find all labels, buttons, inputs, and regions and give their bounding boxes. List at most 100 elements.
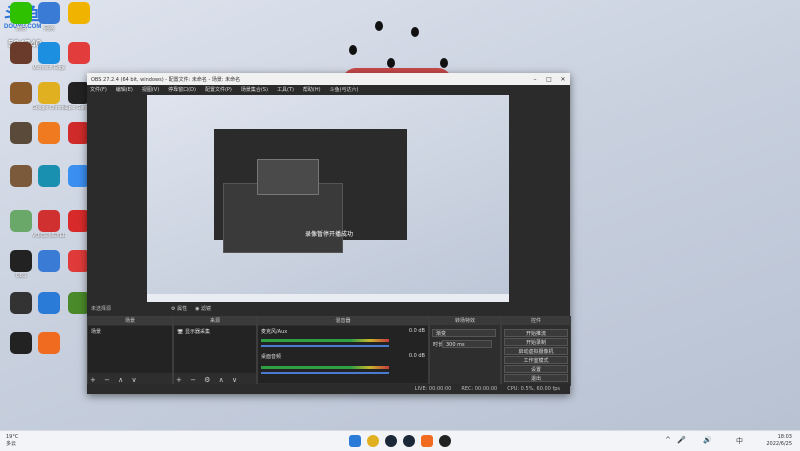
taskbar-steam2-icon[interactable] bbox=[403, 435, 415, 447]
app-dark-icon[interactable] bbox=[10, 292, 32, 314]
mic-meter bbox=[261, 339, 389, 342]
app-orange-icon[interactable] bbox=[38, 122, 60, 144]
exit-button[interactable]: 退出 bbox=[504, 374, 568, 382]
no-source-label: 未选择源 bbox=[91, 305, 112, 312]
weather-widget[interactable]: 19°C 多云 bbox=[6, 434, 18, 448]
filters-label: 滤镜 bbox=[201, 305, 212, 312]
start-recording-button[interactable]: 开始录制 bbox=[504, 338, 568, 346]
windows-start-icon[interactable] bbox=[349, 435, 361, 447]
app-blue2-icon[interactable] bbox=[38, 292, 60, 314]
deco-dot bbox=[375, 21, 383, 31]
deco-dot bbox=[411, 27, 419, 37]
title-bar[interactable]: OBS 27.2.4 (64 bit, windows) - 配置文件: 未命名… bbox=[87, 73, 570, 85]
channel-desktop-name: 桌面音频 bbox=[261, 354, 282, 360]
channel-desktop-db: 0.0 dB bbox=[408, 353, 425, 359]
controls-dock: 控件 开始推流 开始录制 启动虚拟摄像机 工作室模式 设置 退出 bbox=[501, 316, 571, 386]
mic-fader[interactable] bbox=[261, 345, 389, 347]
game-icon[interactable] bbox=[10, 42, 32, 64]
scene-item[interactable]: 场景 bbox=[88, 326, 172, 337]
rec-timer: REC: 00:00:00 bbox=[461, 386, 498, 392]
mixer-channel-name: 麦克风/Aux 0.0 dB bbox=[258, 326, 428, 337]
obs-icon[interactable] bbox=[10, 250, 32, 272]
weather-text: 多云 bbox=[6, 441, 17, 447]
taskbar: 19°C 多云 ^ 🎤 🔊 中 18:03 2022/6/25 bbox=[0, 430, 800, 451]
tray-lang-icon[interactable]: 中 bbox=[736, 436, 743, 446]
filters-button[interactable]: ◉ 滤镜 bbox=[195, 305, 211, 312]
window-title: OBS 27.2.4 (64 bit, windows) - 配置文件: 未命名… bbox=[91, 76, 241, 83]
game2-icon[interactable] bbox=[10, 82, 32, 104]
properties-button[interactable]: ⚙ 属性 bbox=[171, 305, 187, 312]
wechat-icon[interactable] bbox=[10, 2, 32, 24]
controls-dock-title: 控件 bbox=[502, 317, 570, 325]
source-item[interactable]: 🖥 显示器采集 bbox=[174, 326, 256, 337]
desktop-fader[interactable] bbox=[261, 372, 389, 374]
desktop-icon-label: VOICE METER bbox=[32, 233, 66, 239]
transition-select[interactable]: 渐变 bbox=[432, 329, 496, 337]
edge-icon[interactable] bbox=[38, 42, 60, 64]
start-streaming-button[interactable]: 开始推流 bbox=[504, 329, 568, 337]
taskbar-chrome-icon[interactable] bbox=[367, 435, 379, 447]
minimize-button[interactable]: – bbox=[528, 76, 542, 83]
deco-dot bbox=[440, 58, 448, 68]
qq-icon[interactable] bbox=[10, 332, 32, 354]
taskbar-obs-icon[interactable] bbox=[439, 435, 451, 447]
chrome-icon[interactable] bbox=[38, 82, 60, 104]
clock-date: 2022/6/25 bbox=[766, 441, 792, 447]
source-tools[interactable]: + − ⚙ ∧ ∨ bbox=[176, 376, 240, 384]
menu-profile[interactable]: 配置文件(P) bbox=[205, 86, 232, 93]
app-red-icon[interactable] bbox=[68, 42, 90, 64]
obs-window[interactable]: OBS 27.2.4 (64 bit, windows) - 配置文件: 未命名… bbox=[87, 73, 571, 394]
captured-taskbar bbox=[147, 294, 509, 302]
menu-help[interactable]: 帮助(H) bbox=[303, 86, 321, 93]
toast-message: 录像暂停开播成功 bbox=[305, 231, 354, 238]
mixer-channel-name: 桌面音频 0.0 dB bbox=[258, 351, 428, 362]
desktop: 斗鱼DOUYU.COM 534740 微信网络Microsoft EdgeGoo… bbox=[0, 0, 93, 430]
virtual-camera-button[interactable]: 启动虚拟摄像机 bbox=[504, 347, 568, 355]
desktop-icon-label: Microsoft Edge bbox=[32, 65, 66, 71]
clock[interactable]: 18:03 2022/6/25 bbox=[766, 434, 792, 448]
menu-view[interactable]: 视图(V) bbox=[142, 86, 159, 93]
voicemeeter-icon[interactable] bbox=[38, 210, 60, 232]
status-bar: LIVE: 00:00:00 REC: 00:00:00 CPU: 0.5%, … bbox=[87, 384, 570, 394]
tray-mic-icon[interactable]: 🎤 bbox=[677, 436, 686, 444]
menu-tools[interactable]: 工具(T) bbox=[277, 86, 294, 93]
gallery-icon[interactable] bbox=[10, 210, 32, 232]
settings-button[interactable]: 设置 bbox=[504, 365, 568, 373]
source-toolbar: 未选择源 ⚙ 属性 ◉ 滤镜 bbox=[87, 302, 570, 314]
tray-volume-icon[interactable]: 🔊 bbox=[703, 436, 712, 444]
transitions-dock: 转场特效 渐变 时长 300 ms bbox=[429, 316, 501, 386]
live-timer: LIVE: 00:00:00 bbox=[414, 386, 452, 392]
app-orange2-icon[interactable] bbox=[38, 332, 60, 354]
clock-time: 18:03 bbox=[777, 434, 792, 440]
close-button[interactable]: ✕ bbox=[556, 76, 570, 83]
deco-dot bbox=[387, 58, 395, 68]
taskbar-app-icon[interactable] bbox=[421, 435, 433, 447]
menu-edit[interactable]: 编辑(E) bbox=[116, 86, 133, 93]
duration-input[interactable]: 300 ms bbox=[442, 340, 492, 348]
app-blue-icon[interactable] bbox=[38, 250, 60, 272]
transitions-dock-title: 转场特效 bbox=[430, 317, 500, 325]
network-icon[interactable] bbox=[38, 2, 60, 24]
game4-icon[interactable] bbox=[10, 165, 32, 187]
app-teal-icon[interactable] bbox=[38, 165, 60, 187]
sources-list[interactable]: 🖥 显示器采集 bbox=[174, 326, 256, 373]
qq-pet-icon[interactable] bbox=[68, 2, 90, 24]
tray-chevron-icon[interactable]: ^ bbox=[665, 436, 671, 444]
maximize-button[interactable]: □ bbox=[542, 76, 556, 83]
preview-canvas[interactable]: 录像暂停开播成功 bbox=[147, 95, 509, 302]
taskbar-steam-icon[interactable] bbox=[385, 435, 397, 447]
studio-mode-button[interactable]: 工作室模式 bbox=[504, 356, 568, 364]
scenes-list[interactable]: 场景 bbox=[88, 326, 172, 373]
sources-dock: 来源 🖥 显示器采集 + − ⚙ ∧ ∨ bbox=[173, 316, 257, 386]
menu-douyu[interactable]: 斗鱼(弓达六) bbox=[330, 86, 359, 93]
menu-scene-collection[interactable]: 场景集合(S) bbox=[241, 86, 268, 93]
game3-icon[interactable] bbox=[10, 122, 32, 144]
scene-tools[interactable]: + − ∧ ∨ bbox=[90, 376, 140, 384]
menu-docks[interactable]: 停靠窗口(D) bbox=[168, 86, 196, 93]
sources-dock-title: 来源 bbox=[174, 317, 256, 325]
menu-bar: 文件(F) 编辑(E) 视图(V) 停靠窗口(D) 配置文件(P) 场景集合(S… bbox=[87, 85, 570, 94]
source-item-label: 显示器采集 bbox=[184, 329, 210, 335]
cpu-fps: CPU: 0.5%, 60.00 fps bbox=[507, 386, 560, 392]
nested-obs-3 bbox=[257, 159, 319, 195]
menu-file[interactable]: 文件(F) bbox=[90, 86, 107, 93]
